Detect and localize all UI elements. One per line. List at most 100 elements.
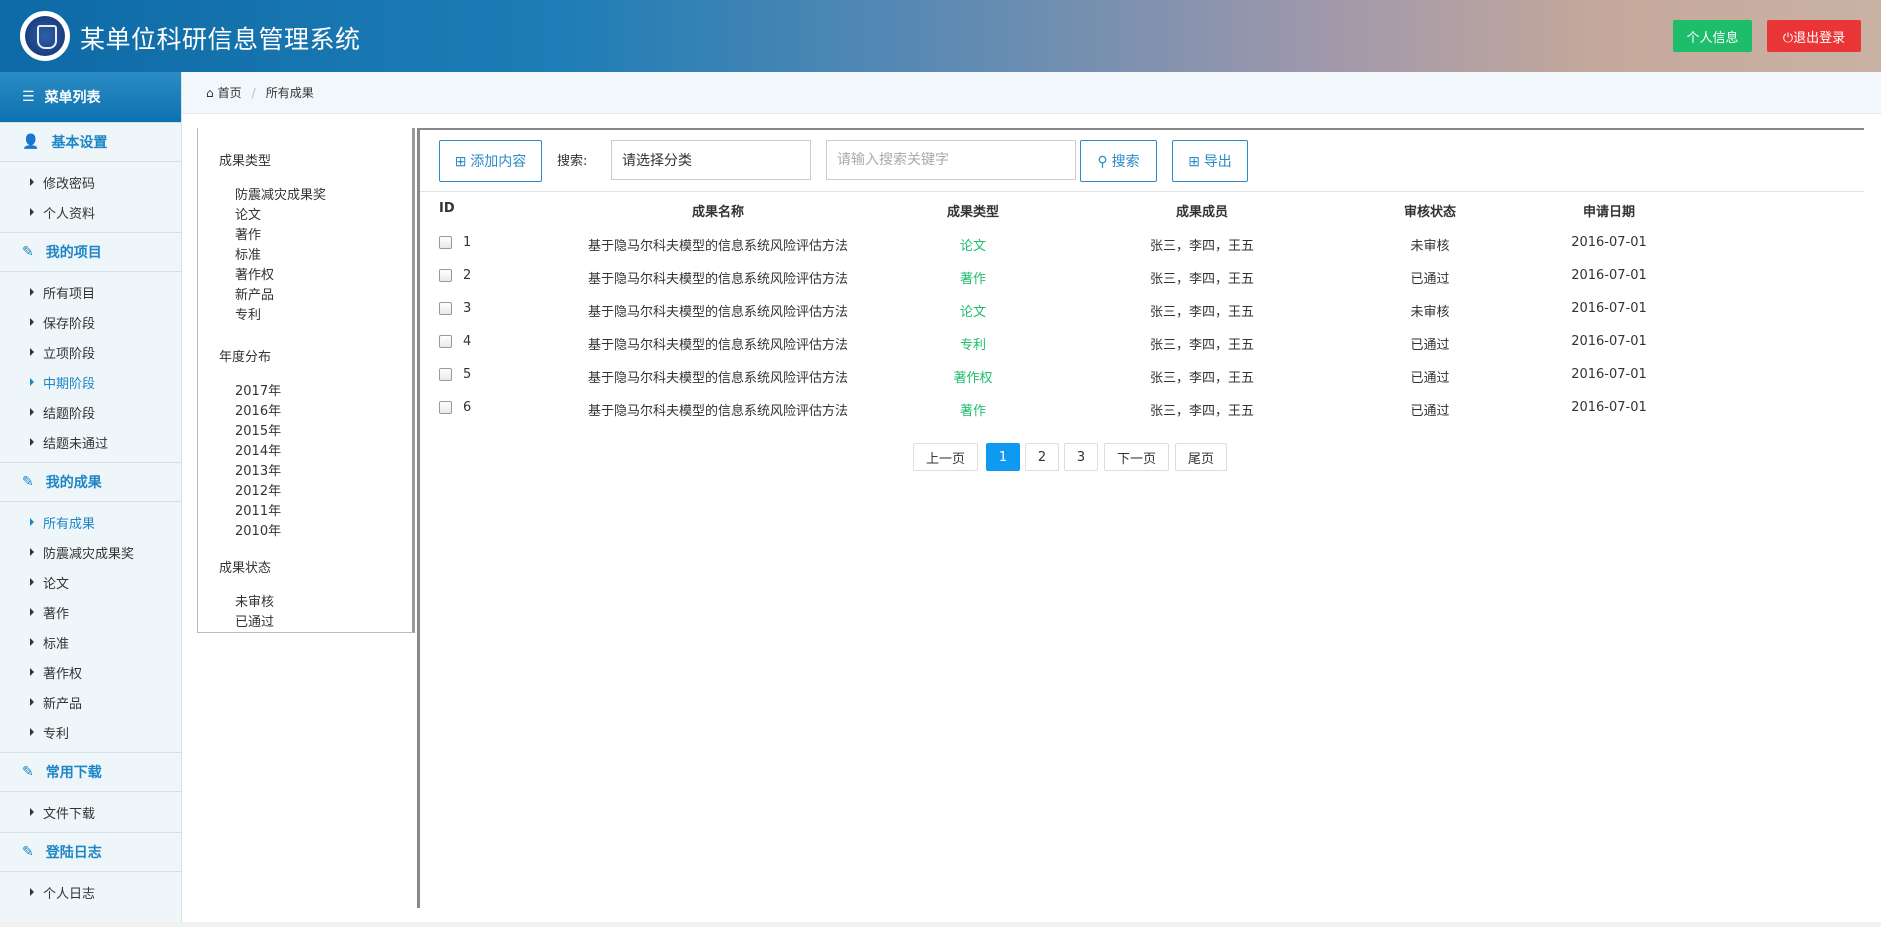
filter-status-option[interactable]: 已通过 [235,611,274,630]
sidebar: ☰ 菜单列表 👤 基本设置 修改密码 个人资料 ✎ 我的项目 所有项目 保存阶段 立项阶段 中期阶… [0,72,182,927]
search-button[interactable]: ⚲ 搜索 [1080,140,1157,182]
cell-name: 基于隐马尔科夫模型的信息系统风险评估方法 [587,272,849,287]
column-header: 审核状态 [1403,205,1457,220]
plus-square-icon: ⊞ [1188,153,1200,169]
sidebar-group-1[interactable]: ✎ 我的项目 [0,232,181,272]
filter-year-option[interactable]: 2017年 [235,380,281,399]
sidebar-item[interactable]: 所有项目 [0,277,181,307]
filter-type-title: 成果类型 [219,154,272,169]
last-page-button[interactable]: 尾页 [1175,443,1227,471]
row-checkbox[interactable] [439,302,452,315]
cell-members: 张三，李四，王五 [1149,338,1255,353]
sidebar-item[interactable]: 标准 [0,627,181,657]
cell-members: 张三，李四，王五 [1149,239,1255,254]
page-button[interactable]: 2 [1025,443,1059,471]
sidebar-group-label: 基本设置 [51,135,108,151]
sidebar-item[interactable]: 中期阶段 [0,367,181,397]
sidebar-submenu: 文件下载 [0,792,181,832]
cell-type[interactable]: 著作 [960,268,986,287]
cell-type[interactable]: 论文 [960,235,986,254]
filter-type-option[interactable]: 著作 [235,224,261,243]
cell-name: 基于隐马尔科夫模型的信息系统风险评估方法 [587,338,849,353]
row-checkbox[interactable] [439,401,452,414]
filter-year-option[interactable]: 2013年 [235,460,281,479]
sidebar-item[interactable]: 修改密码 [0,167,181,197]
sidebar-item[interactable]: 所有成果 [0,507,181,537]
sidebar-item[interactable]: 立项阶段 [0,337,181,367]
cell-status: 已通过 [1410,371,1450,386]
filter-status-title: 成果状态 [219,561,272,576]
sidebar-item[interactable]: 著作权 [0,657,181,687]
filter-year-option[interactable]: 2015年 [235,420,281,439]
sidebar-group-3[interactable]: ✎ 常用下载 [0,752,181,792]
edit-icon: ✎ [22,764,34,780]
category-select[interactable]: 请选择分类 [611,140,811,180]
search-icon: ⚲ [1097,153,1108,169]
sidebar-group-label: 常用下载 [45,765,102,781]
sidebar-item[interactable]: 著作 [0,597,181,627]
sidebar-item[interactable]: 保存阶段 [0,307,181,337]
sidebar-item[interactable]: 结题阶段 [0,397,181,427]
filter-type-option[interactable]: 标准 [235,244,261,263]
breadcrumb-separator: / [251,85,256,100]
logout-button[interactable]: ⏻退出登录 [1767,20,1861,52]
sidebar-item[interactable]: 防震减灾成果奖 [0,537,181,567]
column-header: 申请日期 [1582,205,1636,220]
plus-square-icon: ⊞ [454,153,467,169]
filter-type-option[interactable]: 论文 [235,204,261,223]
breadcrumb-home[interactable]: 首页 [218,84,242,101]
footer-strip [0,922,1881,927]
column-header: 成果类型 [946,205,1000,220]
filter-year-option[interactable]: 2011年 [235,500,281,519]
profile-button[interactable]: 个人信息 [1673,20,1752,52]
cell-type[interactable]: 著作 [960,400,986,419]
cell-id: 6 [463,400,472,415]
sidebar-submenu: 所有项目 保存阶段 立项阶段 中期阶段 结题阶段 结题未通过 [0,272,181,462]
sidebar-item[interactable]: 文件下载 [0,797,181,827]
row-checkbox[interactable] [439,368,452,381]
add-content-button[interactable]: ⊞ 添加内容 [439,140,542,182]
cell-id: 5 [463,367,472,382]
cell-date: 2016-07-01 [1571,367,1647,382]
cell-id: 2 [463,268,472,283]
next-page-button[interactable]: 下一页 [1104,443,1169,471]
sidebar-item[interactable]: 结题未通过 [0,427,181,457]
breadcrumb: ⌂ 首页 / 所有成果 [182,72,1881,114]
prev-page-button[interactable]: 上一页 [913,443,978,471]
user-icon: 👤 [22,134,40,150]
filter-year-option[interactable]: 2014年 [235,440,281,459]
filter-year-option[interactable]: 2010年 [235,520,281,539]
sidebar-item[interactable]: 论文 [0,567,181,597]
cell-type[interactable]: 专利 [960,334,986,353]
cell-type[interactable]: 著作权 [953,367,992,386]
cell-status: 已通过 [1410,272,1450,287]
sidebar-item[interactable]: 新产品 [0,687,181,717]
filter-status-option[interactable]: 未审核 [235,591,274,610]
filter-year-title: 年度分布 [219,350,272,365]
row-checkbox[interactable] [439,236,452,249]
sidebar-group-2[interactable]: ✎ 我的成果 [0,462,181,502]
page-button[interactable]: 1 [986,443,1020,471]
row-checkbox[interactable] [439,335,452,348]
sidebar-item[interactable]: 个人资料 [0,197,181,227]
column-header: ID [439,201,455,216]
export-button[interactable]: ⊞ 导出 [1172,140,1248,182]
sidebar-group-4[interactable]: ✎ 登陆日志 [0,832,181,872]
page-button[interactable]: 3 [1064,443,1098,471]
sidebar-group-0[interactable]: 👤 基本设置 [0,122,181,162]
filter-year-option[interactable]: 2016年 [235,400,281,419]
filter-type-option[interactable]: 新产品 [235,284,274,303]
filter-year-option[interactable]: 2012年 [235,480,281,499]
sidebar-item[interactable]: 专利 [0,717,181,747]
filter-type-option[interactable]: 著作权 [235,264,274,283]
divider [420,191,1864,192]
cell-members: 张三，李四，王五 [1149,305,1255,320]
filter-type-option[interactable]: 防震减灾成果奖 [235,184,326,203]
cell-id: 4 [463,334,472,349]
top-header: 某单位科研信息管理系统 个人信息 ⏻退出登录 [0,0,1881,72]
sidebar-item[interactable]: 个人日志 [0,877,181,907]
cell-type[interactable]: 论文 [960,301,986,320]
row-checkbox[interactable] [439,269,452,282]
keyword-input[interactable] [826,140,1076,180]
filter-type-option[interactable]: 专利 [235,304,261,323]
